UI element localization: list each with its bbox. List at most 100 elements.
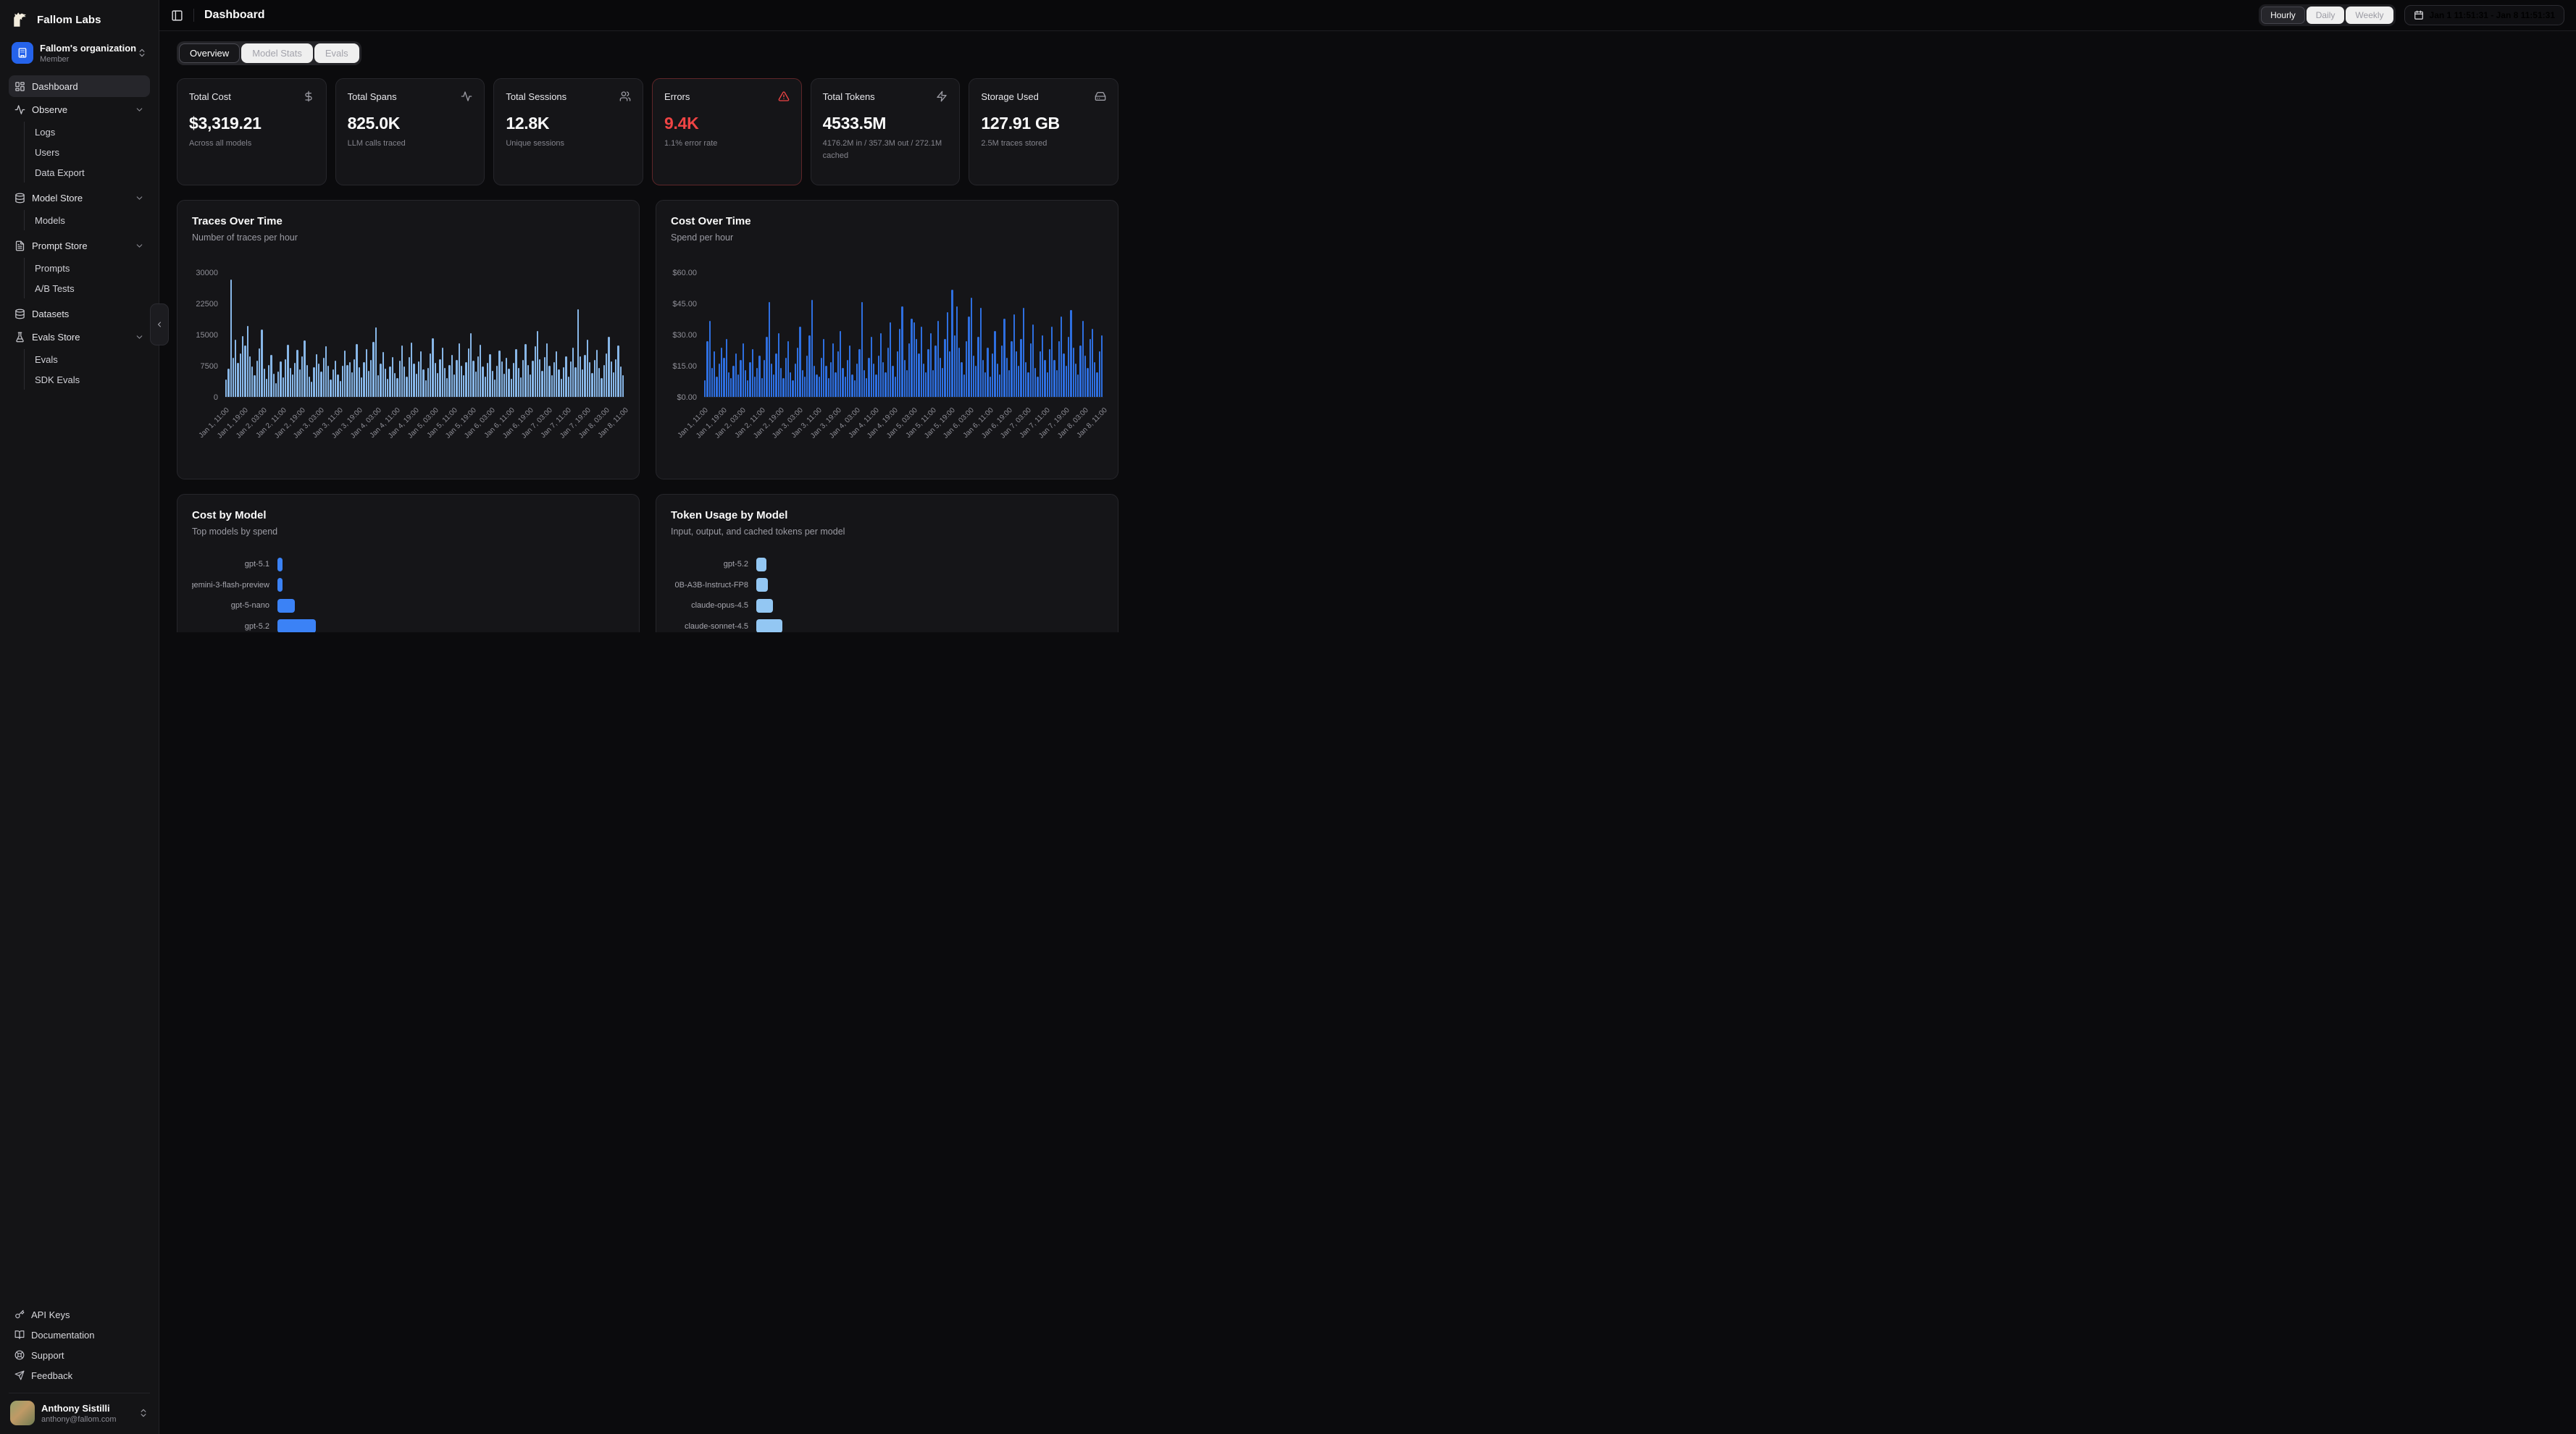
bar[interactable] xyxy=(270,355,272,397)
bar[interactable] xyxy=(482,366,483,397)
sidebar-item-datasets[interactable]: Datasets xyxy=(9,303,150,324)
bar[interactable] xyxy=(541,371,543,397)
bar[interactable] xyxy=(475,372,477,397)
bar[interactable] xyxy=(430,353,431,397)
bar[interactable] xyxy=(814,366,815,397)
bar[interactable] xyxy=(882,362,884,397)
bar[interactable] xyxy=(1075,364,1076,397)
bar[interactable] xyxy=(606,353,607,397)
bar[interactable] xyxy=(925,372,927,397)
tab-overview[interactable]: Overview xyxy=(179,43,240,63)
bar[interactable] xyxy=(527,365,529,397)
bar[interactable] xyxy=(940,358,941,397)
bar[interactable] xyxy=(1030,343,1032,397)
org-switcher[interactable]: Fallom's organization Member xyxy=(9,38,150,74)
bar[interactable] xyxy=(601,378,602,397)
bar[interactable] xyxy=(574,367,576,397)
bar[interactable] xyxy=(1051,327,1053,397)
bar[interactable] xyxy=(411,343,412,397)
bar[interactable] xyxy=(918,353,919,397)
bar[interactable] xyxy=(849,345,850,397)
bar[interactable] xyxy=(240,353,241,397)
bar[interactable] xyxy=(858,349,860,397)
bar[interactable] xyxy=(256,361,258,397)
bar[interactable] xyxy=(346,365,348,397)
bar[interactable] xyxy=(971,298,972,397)
sidebar-item-support[interactable]: Support xyxy=(9,1345,150,1365)
bar[interactable] xyxy=(261,330,262,397)
bar[interactable] xyxy=(968,316,969,397)
bar[interactable] xyxy=(544,357,545,397)
bar[interactable] xyxy=(277,578,283,592)
bar[interactable] xyxy=(854,380,856,397)
bar[interactable] xyxy=(856,364,858,397)
bar[interactable] xyxy=(828,378,829,397)
bar[interactable] xyxy=(318,364,319,397)
bar[interactable] xyxy=(719,364,720,397)
bar[interactable] xyxy=(617,345,619,397)
bar[interactable] xyxy=(327,366,329,397)
bar[interactable] xyxy=(706,341,708,397)
bar[interactable] xyxy=(942,368,943,397)
bar[interactable] xyxy=(382,352,384,397)
bar[interactable] xyxy=(444,368,446,397)
bar[interactable] xyxy=(1027,372,1029,397)
bar[interactable] xyxy=(591,373,593,397)
bar[interactable] xyxy=(761,378,763,397)
bar[interactable] xyxy=(548,366,550,397)
bar[interactable] xyxy=(306,365,308,397)
bar[interactable] xyxy=(932,370,934,397)
bar[interactable] xyxy=(247,326,248,397)
bar[interactable] xyxy=(804,377,806,398)
bar[interactable] xyxy=(1082,321,1084,397)
bar[interactable] xyxy=(594,360,595,397)
bar[interactable] xyxy=(832,343,834,397)
bar[interactable] xyxy=(385,369,386,397)
bar[interactable] xyxy=(587,340,588,397)
bar[interactable] xyxy=(1049,349,1050,397)
bar[interactable] xyxy=(394,373,396,397)
bar[interactable] xyxy=(785,358,787,397)
sidebar-item-model-store[interactable]: Model Store xyxy=(9,187,150,209)
bar[interactable] xyxy=(266,379,267,397)
bar[interactable] xyxy=(359,367,360,397)
bar[interactable] xyxy=(937,321,939,397)
bar[interactable] xyxy=(806,356,808,397)
bar[interactable] xyxy=(320,372,322,397)
sidebar-item-api-keys[interactable]: API Keys xyxy=(9,1304,150,1325)
bar[interactable] xyxy=(501,361,503,397)
bar[interactable] xyxy=(1053,360,1055,397)
tab-evals[interactable]: Evals xyxy=(314,43,359,63)
bar[interactable] xyxy=(498,351,500,397)
bar[interactable] xyxy=(816,374,817,397)
bar[interactable] xyxy=(709,321,711,397)
bar[interactable] xyxy=(508,369,509,397)
bar[interactable] xyxy=(242,336,243,397)
bar[interactable] xyxy=(1077,374,1079,397)
bar[interactable] xyxy=(615,359,616,397)
bar[interactable] xyxy=(403,366,405,397)
bar[interactable] xyxy=(370,360,372,397)
bar[interactable] xyxy=(711,368,713,397)
bar[interactable] xyxy=(515,349,517,397)
bar[interactable] xyxy=(439,359,440,397)
bar[interactable] xyxy=(1056,370,1058,397)
bar[interactable] xyxy=(396,378,398,397)
bar[interactable] xyxy=(461,366,462,397)
bar[interactable] xyxy=(1079,345,1081,397)
bar[interactable] xyxy=(361,377,362,397)
bar[interactable] xyxy=(840,331,841,397)
bar[interactable] xyxy=(1068,337,1069,397)
bar[interactable] xyxy=(296,350,298,397)
bar[interactable] xyxy=(730,378,732,397)
bar[interactable] xyxy=(1101,335,1103,398)
bar[interactable] xyxy=(568,377,569,398)
bar[interactable] xyxy=(1006,358,1008,397)
bar[interactable] xyxy=(873,364,874,397)
bar[interactable] xyxy=(732,366,734,397)
bar[interactable] xyxy=(778,333,779,397)
bar[interactable] xyxy=(851,374,853,397)
bar[interactable] xyxy=(518,368,519,397)
bar[interactable] xyxy=(951,290,953,397)
bar[interactable] xyxy=(863,370,865,397)
